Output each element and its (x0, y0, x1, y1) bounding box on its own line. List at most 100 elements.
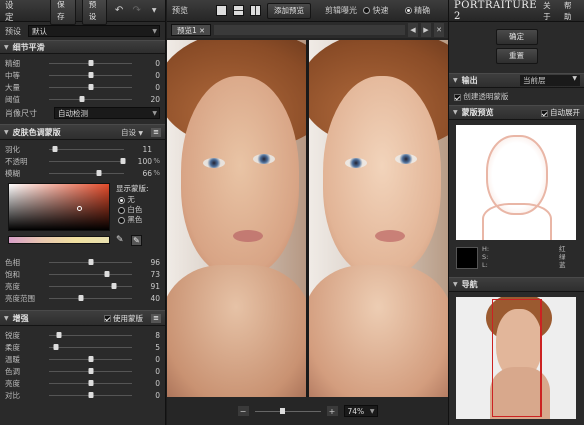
save-button[interactable]: 保存 (50, 0, 76, 25)
navigator-section-header[interactable]: ▼ 导航 (449, 277, 584, 292)
settings-panel: 设定 保存 预设 ↶ ↷ ▼ 预设 默认 ▼ ▼ 细节平滑 精细 0 中等 0 大量 0… (0, 0, 166, 425)
create-mask-checkbox[interactable]: 创建透明蒙版 (449, 88, 584, 105)
slider-unit: % (153, 169, 160, 177)
help-button[interactable]: 帮助 (564, 0, 579, 22)
slider-knob[interactable] (88, 367, 93, 374)
detail-section-header[interactable]: ▼ 细节平滑 (0, 40, 165, 54)
nav-view-rectangle[interactable] (492, 299, 542, 417)
slider-track[interactable] (49, 169, 124, 176)
slider-knob[interactable] (104, 270, 110, 277)
redo-icon[interactable]: ↷ (131, 4, 143, 18)
output-select[interactable]: 当前层 ▼ (520, 75, 580, 86)
slider-label: 精细 (5, 58, 20, 68)
slider-knob[interactable] (111, 282, 117, 289)
slider-knob[interactable] (79, 95, 85, 102)
zoom-out-icon[interactable]: − (237, 406, 249, 416)
zoom-select[interactable]: 74% ▼ (343, 405, 378, 417)
slider-knob[interactable] (52, 145, 58, 152)
zoom-in-icon[interactable]: + (326, 406, 338, 416)
fast-radio[interactable]: 快速 (363, 5, 389, 16)
slider-track[interactable] (49, 379, 132, 386)
zoom-slider[interactable] (254, 407, 321, 414)
use-mask-checkbox[interactable]: 使用蒙版 (103, 313, 143, 324)
menu-icon[interactable]: ≡ (151, 127, 161, 137)
slider-knob[interactable] (120, 157, 125, 164)
create-mask-label: 创建透明蒙版 (463, 92, 509, 101)
tab-preview-1[interactable]: 预览1 ✕ (171, 24, 212, 36)
hue-strip[interactable] (8, 236, 110, 244)
slider-track[interactable] (49, 157, 125, 164)
clip-exposure-button[interactable]: 剪辑曝光 (325, 5, 357, 16)
slider-knob[interactable] (56, 331, 62, 338)
slider-row: 不透明 100% (0, 155, 165, 167)
slider-knob[interactable] (78, 294, 84, 301)
picker-marker[interactable] (77, 206, 82, 211)
dropdown-arrow-icon: ▼ (152, 110, 157, 117)
mask-radio-black[interactable]: 黑色 (118, 214, 142, 225)
eyedropper-add-icon[interactable]: ✎ (131, 235, 142, 246)
skin-mode-value: 自设 (120, 127, 136, 137)
preview-canvas[interactable] (167, 40, 448, 397)
face-shape (181, 76, 299, 276)
portrait-size-select[interactable]: 自动检测 ▼ (54, 107, 160, 119)
tab-close-icon[interactable]: ✕ (434, 23, 444, 37)
slider-track[interactable] (49, 343, 132, 350)
slider-knob[interactable] (88, 59, 93, 66)
ok-button[interactable]: 确定 (495, 29, 538, 45)
slider-track[interactable] (49, 71, 132, 78)
radio-icon (404, 7, 412, 14)
add-preview-button[interactable]: 添加预览 (267, 2, 311, 19)
slider-track[interactable] (49, 59, 132, 66)
split-horizontal-icon[interactable] (233, 5, 244, 16)
mask-preview-section-header[interactable]: ▼ 蒙版预览 自动展开 (449, 105, 584, 120)
slider-track[interactable] (49, 95, 132, 102)
slider-knob[interactable] (88, 71, 93, 78)
slider-track[interactable] (49, 355, 132, 362)
slider-track[interactable] (49, 367, 132, 374)
slider-track[interactable] (49, 270, 132, 277)
slider-knob[interactable] (88, 379, 93, 386)
skin-mode-select[interactable]: 自设 ▼ (121, 127, 143, 138)
chevron-down-icon[interactable]: ▼ (148, 4, 160, 18)
slider-knob[interactable] (53, 343, 59, 350)
tab-prev-icon[interactable]: ◀ (408, 23, 418, 37)
slider-label: 亮度范围 (5, 293, 35, 303)
undo-icon[interactable]: ↶ (113, 4, 125, 18)
eyedropper-icon[interactable]: ✎ (116, 235, 127, 246)
color-swatch (456, 247, 478, 269)
slider-track[interactable] (49, 83, 132, 90)
enhance-section-header[interactable]: ▼ 增强 使用蒙版 ≡ (0, 310, 165, 326)
accurate-radio[interactable]: 精确 (404, 5, 430, 16)
skin-mask-section-header[interactable]: ▼ 皮肤色调蒙版 自设 ▼ ≡ (0, 124, 165, 140)
color-gradient-picker[interactable] (8, 183, 110, 231)
slider-track[interactable] (49, 391, 132, 398)
menu-icon[interactable]: ≡ (151, 313, 161, 323)
slider-track[interactable] (49, 258, 132, 265)
reset-button[interactable]: 重置 (495, 48, 538, 64)
preset-select[interactable]: 默认 ▼ (28, 25, 160, 37)
output-section-header[interactable]: ▼ 输出 当前层 ▼ (449, 73, 584, 88)
tab-next-icon[interactable]: ▶ (421, 23, 431, 37)
slider-track[interactable] (49, 145, 124, 152)
split-vertical-icon[interactable] (250, 5, 261, 16)
nav-view-rectangle[interactable] (540, 299, 542, 417)
close-icon[interactable]: ✕ (199, 27, 205, 35)
slider-knob[interactable] (88, 391, 93, 398)
slider-knob[interactable] (88, 258, 93, 265)
slider-track[interactable] (49, 294, 132, 301)
slider-knob[interactable] (88, 355, 93, 362)
preset-button[interactable]: 预设 (81, 0, 108, 25)
slider-knob[interactable] (88, 83, 93, 90)
about-button[interactable]: 关于 (543, 0, 558, 22)
slider-value: 0 (155, 70, 160, 80)
slider-knob[interactable] (96, 169, 101, 176)
navigator-thumbnail[interactable] (456, 297, 576, 419)
zoom-slider-knob[interactable] (279, 407, 285, 414)
slider-track[interactable] (49, 282, 132, 289)
single-view-icon[interactable] (216, 5, 227, 16)
eye-shape (345, 158, 367, 168)
slider-track[interactable] (49, 331, 132, 338)
dropdown-arrow-icon: ▼ (152, 28, 157, 35)
radio-icon (118, 196, 125, 204)
auto-open-checkbox[interactable]: 自动展开 (540, 107, 580, 118)
